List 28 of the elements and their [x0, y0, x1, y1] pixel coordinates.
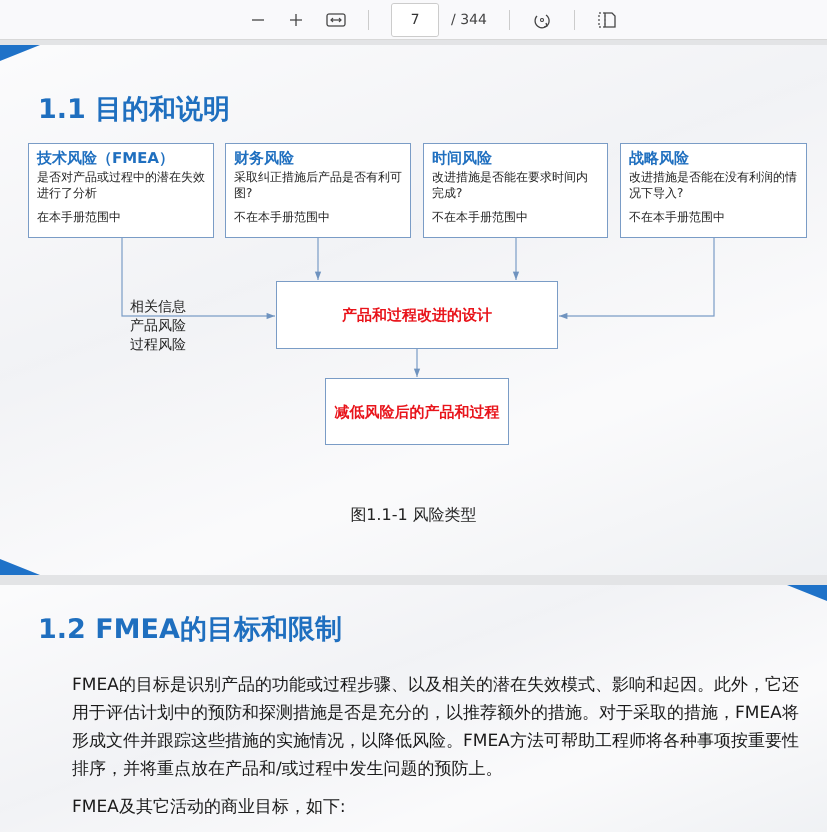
risk-scope: 不在本手册范围中: [234, 209, 331, 225]
body-paragraph: FMEA及其它活动的商业目标，如下:: [72, 796, 347, 819]
section-heading: 1.2 FMEA的目标和限制: [38, 613, 342, 647]
page-number-field[interactable]: 7: [391, 2, 440, 36]
risk-description: 改进措施是否能在没有利润的情况下导入?: [629, 169, 798, 202]
risk-title: 战略风险: [629, 148, 690, 169]
figure-caption: 图1.1-1 风险类型: [349, 505, 478, 526]
risk-title: 财务风险: [234, 148, 295, 169]
body-paragraph: FMEA的目标是识别产品的功能或过程步骤、以及相关的潜在失效模式、影响和起因。此外，它还用于评估计划中的预防和探测措施是否是充分的，以推荐额外的措施。对于采取的措施，FMEA将形成文件并跟踪这些措施的实施情况，以降低风险。FMEA方法可帮助工程师将各种事项按重要性排序，并将重点放在产品和/或过程中发生问题的预防上。: [72, 674, 800, 781]
related-info-label: 相关信息: [130, 298, 186, 317]
section-heading: 1.1 目的和说明: [38, 93, 230, 127]
result-box: 减低风险后的产品和过程: [325, 378, 509, 445]
zoom-in-icon[interactable]: [288, 12, 304, 28]
risk-title: 技术风险（FMEA）: [37, 148, 176, 169]
risk-title: 时间风险: [432, 148, 493, 169]
risk-description: 是否对产品或过程中的潜在失效进行了分析: [37, 169, 205, 202]
page-total: / 344: [451, 12, 487, 28]
fit-width-icon[interactable]: [326, 12, 346, 28]
risk-scope: 不在本手册范围中: [629, 209, 726, 225]
connector-arrow: [414, 349, 420, 377]
related-info-label: 产品风险: [130, 317, 186, 336]
risk-description: 采取纠正措施后产品是否有利可图?: [234, 169, 402, 202]
two-page-view-icon[interactable]: [596, 10, 617, 28]
risk-scope: 在本手册范围中: [37, 209, 122, 225]
related-info-label: 过程风险: [130, 336, 186, 355]
design-box: 产品和过程改进的设计: [276, 281, 558, 349]
risk-scope: 不在本手册范围中: [432, 209, 529, 225]
risk-description: 改进措施是否能在要求时间内完成?: [432, 169, 589, 202]
